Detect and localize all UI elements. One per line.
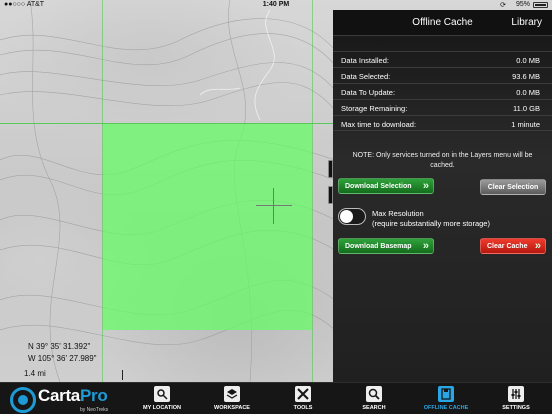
search-icon bbox=[366, 386, 382, 402]
max-resolution-title: Max Resolution bbox=[372, 209, 424, 218]
crosshair-icon bbox=[256, 188, 292, 224]
tab-offline-cache[interactable]: OFFLINE CACHE bbox=[411, 385, 481, 413]
max-resolution-label: Max Resolution (require substantially mo… bbox=[372, 209, 490, 229]
stat-row: Data Selected: 93.6 MB bbox=[333, 67, 552, 83]
tab-settings[interactable]: SETTINGS bbox=[481, 385, 551, 413]
logo-mark-icon bbox=[10, 387, 36, 413]
clear-selection-button[interactable]: Clear Selection bbox=[480, 179, 546, 195]
latitude: N 39° 35' 31.392" bbox=[28, 342, 91, 351]
stat-value: 0.0 MB bbox=[516, 56, 540, 65]
stat-row: Data To Update: 0.0 MB bbox=[333, 83, 552, 99]
scale-bar bbox=[122, 370, 123, 380]
bottom-tab-bar: CartaPro by NeoTreks MY LOCATION WORKSPA… bbox=[0, 382, 552, 414]
battery-percent: 95% bbox=[515, 1, 530, 8]
stat-value: 0.0 MB bbox=[516, 88, 540, 97]
battery-icon bbox=[533, 2, 548, 8]
download-basemap-label: Download Basemap bbox=[345, 242, 412, 250]
max-resolution-toggle[interactable] bbox=[338, 208, 366, 225]
stat-value: 1 minute bbox=[511, 120, 540, 129]
offline-cache-panel: Offline Cache Library Data Installed: 0.… bbox=[333, 10, 552, 382]
longitude: W 105° 36' 27.989" bbox=[28, 354, 97, 363]
stat-key: Data Installed: bbox=[341, 56, 389, 65]
toggle-knob bbox=[340, 210, 353, 223]
tab-label: WORKSPACE bbox=[214, 405, 250, 411]
clock: 1:40 PM bbox=[262, 1, 290, 8]
download-basemap-button[interactable]: Download Basemap » bbox=[338, 238, 434, 254]
tab-label: MY LOCATION bbox=[143, 405, 181, 411]
cartapro-logo: CartaPro by NeoTreks bbox=[6, 385, 126, 413]
double-chevron-icon: » bbox=[422, 240, 429, 252]
max-resolution-hint: (require substantially more storage) bbox=[372, 219, 490, 228]
library-button[interactable]: Library bbox=[511, 17, 542, 28]
stat-value: 93.6 MB bbox=[512, 72, 540, 81]
stat-value: 11.0 GB bbox=[513, 104, 540, 113]
double-chevron-icon: » bbox=[534, 240, 541, 252]
brand-name: CartaPro bbox=[38, 386, 108, 406]
brand-carta: Carta bbox=[38, 386, 80, 405]
coordinates-readout: N 39° 35' 31.392" W 105° 36' 27.989" bbox=[28, 341, 97, 365]
stat-key: Data Selected: bbox=[341, 72, 391, 81]
scale-label: 1.4 mi bbox=[24, 369, 46, 378]
download-selection-button[interactable]: Download Selection » bbox=[338, 178, 434, 194]
offline-cache-icon bbox=[438, 386, 454, 402]
panel-header: Offline Cache Library bbox=[333, 10, 552, 36]
stat-key: Storage Remaining: bbox=[341, 104, 408, 113]
clear-cache-label: Clear Cache bbox=[487, 242, 528, 250]
clear-selection-label: Clear Selection bbox=[487, 183, 539, 191]
settings-icon bbox=[508, 386, 524, 402]
cache-selection-area[interactable] bbox=[103, 124, 312, 330]
rotation-lock-icon: ⟳ bbox=[500, 2, 506, 9]
clear-cache-button[interactable]: Clear Cache » bbox=[480, 238, 546, 254]
cache-note: NOTE: Only services turned on in the Lay… bbox=[352, 152, 533, 169]
grid-line bbox=[312, 0, 313, 382]
brand-pro: Pro bbox=[79, 386, 108, 405]
cache-stats: Data Installed: 0.0 MB Data Selected: 93… bbox=[333, 51, 552, 131]
tab-label: OFFLINE CACHE bbox=[423, 405, 469, 411]
tab-tools[interactable]: TOOLS bbox=[268, 385, 338, 413]
tab-label: SETTINGS bbox=[502, 405, 530, 411]
layers-icon bbox=[224, 386, 240, 402]
tab-workspace[interactable]: WORKSPACE bbox=[197, 385, 267, 413]
tab-label: TOOLS bbox=[293, 405, 313, 411]
stat-row: Max time to download: 1 minute bbox=[333, 115, 552, 131]
status-bar: ●●○○○ AT&T 1:40 PM ⟳ 95% bbox=[0, 0, 552, 10]
download-selection-label: Download Selection bbox=[345, 182, 412, 190]
tab-search[interactable]: SEARCH bbox=[339, 385, 409, 413]
stat-key: Data To Update: bbox=[341, 88, 396, 97]
tools-icon bbox=[295, 386, 311, 402]
tab-my-location[interactable]: MY LOCATION bbox=[127, 385, 197, 413]
stat-row: Storage Remaining: 11.0 GB bbox=[333, 99, 552, 115]
tab-label: SEARCH bbox=[362, 405, 386, 411]
location-icon bbox=[154, 386, 170, 402]
double-chevron-icon: » bbox=[422, 180, 429, 192]
stat-key: Max time to download: bbox=[341, 120, 417, 129]
stat-row: Data Installed: 0.0 MB bbox=[333, 51, 552, 67]
brand-byline: by NeoTreks bbox=[80, 407, 109, 413]
